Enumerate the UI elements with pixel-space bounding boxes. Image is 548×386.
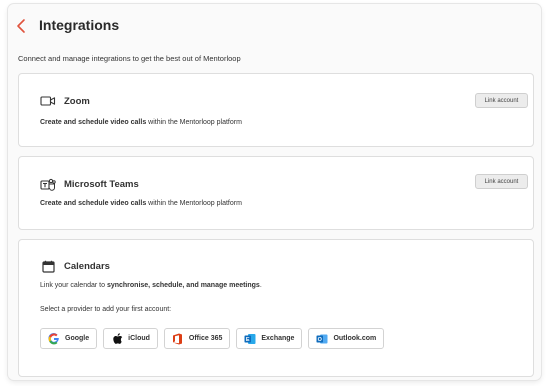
calendars-description: Link your calendar to synchronise, sched… [40,282,262,289]
calendar-icon [40,259,56,273]
teams-icon [40,177,56,191]
teams-title: Microsoft Teams [64,178,139,190]
calendars-card: Calendars Link your calendar to synchron… [18,239,534,377]
teams-title-row: Microsoft Teams [40,177,139,191]
calendars-desc-bold: synchronise, schedule, and manage meetin… [106,282,260,289]
provider-icloud-label: iCloud [128,335,150,342]
zoom-link-account-button[interactable]: Link account [475,93,528,108]
zoom-title-row: Zoom [40,94,90,108]
office-icon [172,333,184,345]
provider-google-label: Google [65,335,90,342]
svg-text:E: E [246,337,250,343]
calendars-title: Calendars [64,260,110,272]
provider-exchange-button[interactable]: E Exchange [236,328,303,349]
svg-text:O: O [318,337,323,343]
provider-office365-button[interactable]: Office 365 [163,328,231,349]
zoom-description: Create and schedule video calls within t… [40,119,242,126]
provider-outlook-label: Outlook.com [333,335,377,342]
video-camera-icon [40,94,56,108]
provider-outlook-button[interactable]: O Outlook.com [308,328,385,349]
back-button[interactable] [16,18,32,36]
teams-description: Create and schedule video calls within t… [40,200,242,207]
teams-desc-bold: Create and schedule video calls [40,200,147,207]
provider-list: Google iCloud Office 365 E Exchange O Ou… [40,328,385,349]
google-icon [48,332,60,345]
integrations-panel: Integrations Connect and manage integrat… [8,4,541,380]
zoom-desc-rest: within the Mentorloop platform [146,119,242,126]
page-subtitle: Connect and manage integrations to get t… [18,54,241,63]
zoom-desc-bold: Create and schedule video calls [40,119,147,126]
provider-icloud-button[interactable]: iCloud [103,328,158,349]
header: Integrations [8,4,541,48]
outlook-icon: O [316,333,328,345]
provider-google-button[interactable]: Google [40,328,98,349]
page-title: Integrations [39,17,120,33]
provider-exchange-label: Exchange [261,335,295,342]
zoom-title: Zoom [64,95,90,107]
calendars-desc-post: . [259,282,262,289]
zoom-card: Zoom Create and schedule video calls wit… [18,73,534,147]
teams-card: Microsoft Teams Create and schedule vide… [18,156,534,230]
provider-prompt: Select a provider to add your first acco… [40,306,172,313]
chevron-left-icon [17,19,25,33]
provider-office365-label: Office 365 [188,335,223,342]
exchange-icon: E [244,333,256,345]
teams-link-account-button[interactable]: Link account [475,174,528,189]
calendars-title-row: Calendars [40,259,110,273]
calendars-desc-pre: Link your calendar to [40,282,107,289]
apple-icon [111,332,123,345]
teams-desc-rest: within the Mentorloop platform [146,200,242,207]
